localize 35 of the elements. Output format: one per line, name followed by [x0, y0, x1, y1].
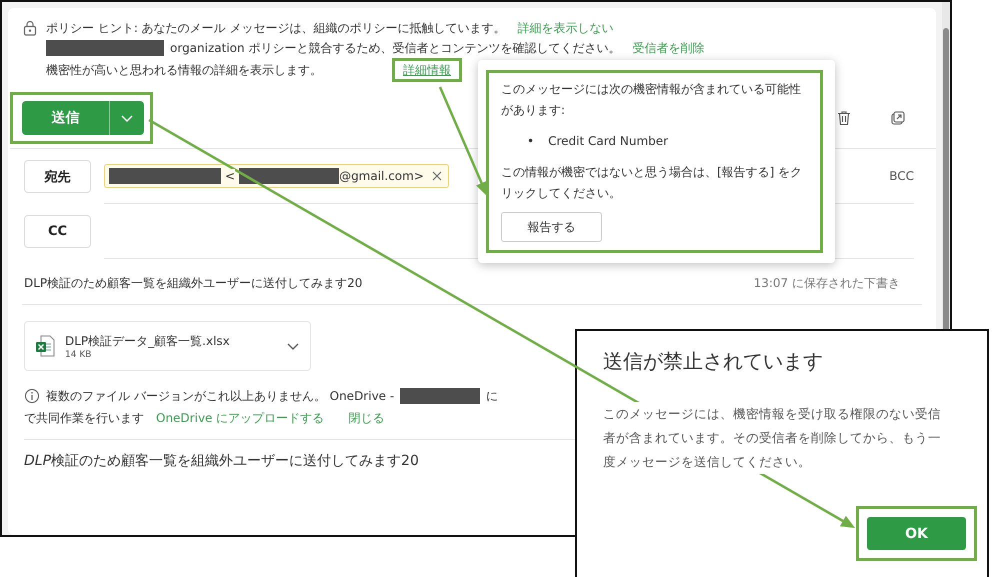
lock-icon — [22, 20, 38, 36]
popup-text: この情報が機密ではないと思う場合は、[報告する] をクリックしてください。 — [501, 164, 804, 202]
report-button[interactable]: 報告する — [501, 212, 602, 242]
notice-text: 複数のファイル バージョンがこれ以上ありません。 OneDrive - — [46, 388, 394, 405]
excel-file-icon — [35, 335, 55, 357]
recipient-chip[interactable]: < @gmail.com> — [104, 164, 449, 188]
policy-hint-text: ポリシー ヒント: あなたのメール メッセージは、組織のポリシーに抵触しています。 — [46, 20, 506, 37]
remove-icon[interactable] — [432, 171, 442, 181]
ok-button[interactable]: OK — [867, 517, 966, 550]
remove-recipients-link[interactable]: 受信者を削除 — [632, 38, 704, 58]
info-icon — [24, 388, 40, 404]
cc-button[interactable]: CC — [24, 215, 91, 248]
send-button[interactable]: 送信 — [22, 101, 109, 135]
close-link[interactable]: 閉じる — [348, 407, 384, 429]
to-button[interactable]: 宛先 — [24, 160, 91, 193]
more-info-link[interactable]: 詳細情報 — [403, 63, 451, 77]
delete-icon[interactable] — [836, 110, 852, 126]
policy-hint-text: organization ポリシーと競合するため、受信者とコンテンツを確認してください。 — [170, 40, 620, 57]
attachment-card[interactable]: DLP検証データ_顧客一覧.xlsx 14 KB — [24, 321, 311, 371]
draft-saved-text: 13:07 に保存された下書き — [754, 275, 900, 292]
policy-hint-text: 機密性が高いと思われる情報の詳細を表示します。 — [46, 62, 323, 79]
upload-link[interactable]: OneDrive にアップロードする — [156, 407, 324, 429]
sensitive-info-item: Credit Card Number — [548, 133, 668, 150]
subject-text: DLP検証のため顧客一覧を組織外ユーザーに送付してみます20 — [24, 275, 362, 292]
notice-text: に — [486, 388, 498, 405]
attachment-name: DLP検証データ_顧客一覧.xlsx — [65, 332, 231, 350]
notice-text: で共同作業を行います — [24, 410, 144, 427]
bcc-link[interactable]: BCC — [889, 169, 914, 183]
popup-text: このメッセージには次の機密情報が含まれている可能性があります: — [501, 81, 802, 119]
recipient-text: @gmail.com> — [339, 169, 424, 183]
hide-details-link[interactable]: 詳細を表示しない — [518, 18, 614, 38]
attachment-size: 14 KB — [65, 350, 92, 360]
pop-out-icon[interactable] — [890, 110, 906, 126]
dialog-title: 送信が禁止されています — [603, 349, 823, 374]
bullet-mark: • — [527, 133, 534, 150]
